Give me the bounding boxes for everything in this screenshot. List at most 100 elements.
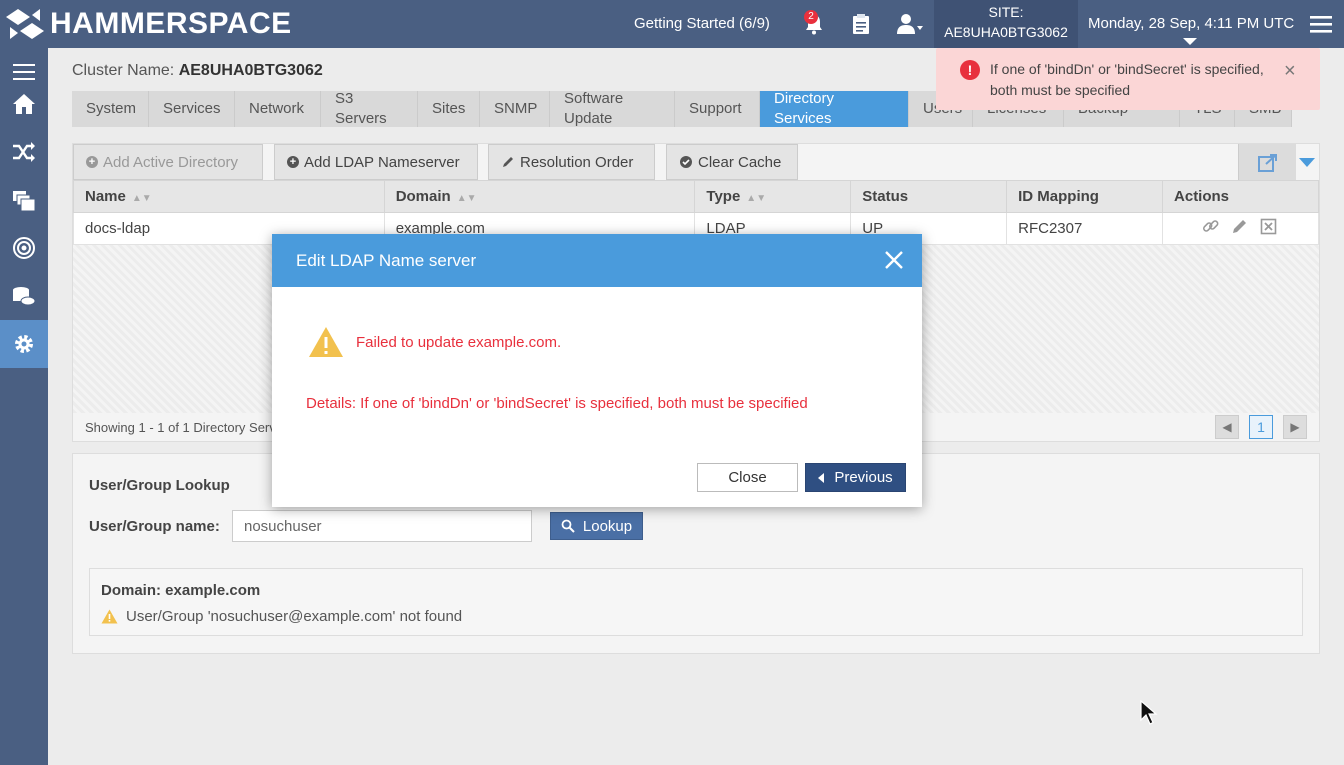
dialog-header: Edit LDAP Name server [272,234,922,287]
cell-id-mapping: RFC2307 [1006,212,1164,245]
column-header-type[interactable]: Type ▲▼ [694,180,852,213]
column-header-domain[interactable]: Domain ▲▼ [383,180,696,213]
previous-button[interactable]: Previous [805,463,906,492]
site-label: SITE: [988,4,1024,20]
hamburger-menu-icon[interactable] [1310,14,1332,34]
plus-icon: + [287,156,299,168]
brand-name: HAMMERSPACE [50,7,292,40]
alert-icon: ! [960,60,980,80]
warning-icon [101,609,118,624]
hammerspace-logo-icon [6,9,44,39]
close-button[interactable]: Close [697,463,798,492]
lookup-result: Domain: example.com User/Group 'nosuchus… [89,568,1303,636]
sidebar-item-data[interactable] [0,128,48,176]
add-active-directory-label: Add Active Directory [103,153,239,171]
toast-message: If one of 'bindDn' or 'bindSecret' is sp… [990,61,1264,98]
tab-sites[interactable]: Sites [418,91,480,127]
getting-started-link[interactable]: Getting Started (6/9) [634,15,770,32]
lookup-button-label: Lookup [582,517,633,535]
site-selector[interactable]: SITE: AE8UHA0BTG3062 [934,0,1078,48]
previous-button-label: Previous [834,469,893,486]
plus-icon: + [86,156,98,168]
sort-icon: ▲▼ [131,193,152,204]
error-toast: ! If one of 'bindDn' or 'bindSecret' is … [936,48,1320,110]
result-message-row: User/Group 'nosuchuser@example.com' not … [101,608,462,625]
sort-icon: ▲▼ [746,193,767,204]
cluster-name-value: AE8UHA0BTG3062 [178,62,323,79]
close-icon[interactable]: × [1284,60,1296,83]
tab-support[interactable]: Support [675,91,760,127]
tab-system[interactable]: System [72,91,149,127]
top-bar: HAMMERSPACE Getting Started (6/9) 2 SITE… [0,0,1344,48]
home-icon [13,94,35,114]
sidebar-item-storage[interactable] [0,272,48,320]
export-icon [1258,154,1277,172]
shuffle-icon [13,142,35,162]
sort-icon: ▲▼ [456,193,477,204]
user-group-name-input[interactable] [232,510,532,542]
sidebar-item-home[interactable] [0,80,48,128]
mouse-cursor-icon [1140,700,1158,725]
column-header-label: Name [85,188,126,205]
storage-icon [13,287,36,306]
user-menu-icon[interactable] [896,12,924,36]
search-icon [561,519,575,533]
caret-down-icon [1183,38,1197,45]
sidebar [0,48,48,765]
notification-badge: 2 [804,10,818,24]
page-number[interactable]: 1 [1249,415,1273,439]
sidebar-item-shares[interactable] [0,176,48,224]
tab-s3-servers[interactable]: S3 Servers [321,90,418,127]
lookup-label: User/Group name: [89,518,220,535]
caret-left-icon [818,472,825,483]
dialog-error-details: Details: If one of 'bindDn' or 'bindSecr… [306,395,808,412]
result-domain: Domain: example.com [101,582,261,599]
datetime: Monday, 28 Sep, 4:11 PM UTC [1088,15,1295,32]
clear-cache-label: Clear Cache [698,153,782,171]
delete-icon[interactable] [1260,218,1277,235]
tab-software-update[interactable]: Software Update [550,90,675,127]
cell-actions [1162,212,1319,245]
column-header-name[interactable]: Name ▲▼ [73,180,385,213]
link-icon[interactable] [1202,218,1219,235]
tab-network[interactable]: Network [235,91,321,127]
clipboard-icon[interactable] [851,13,871,35]
resolution-order-button[interactable]: Resolution Order [488,144,655,180]
column-header-id-mapping: ID Mapping [1006,180,1164,213]
column-header-actions: Actions [1162,180,1319,213]
column-header-label: Domain [395,188,451,205]
lookup-title: User/Group Lookup [89,477,230,494]
cluster-name-label: Cluster Name: [72,62,175,79]
edit-icon[interactable] [1231,218,1248,235]
add-active-directory-button[interactable]: + Add Active Directory [73,144,263,180]
clear-cache-button[interactable]: Clear Cache [666,144,798,180]
table-summary: Showing 1 - 1 of 1 Directory Servic [85,420,286,435]
tab-directory-services[interactable]: Directory Services [760,90,909,127]
result-message: User/Group 'nosuchuser@example.com' not … [126,608,463,625]
site-name: AE8UHA0BTG3062 [944,24,1068,40]
files-icon [13,191,36,212]
column-header-status: Status [850,180,1008,213]
prev-page-button[interactable]: ◀ [1215,415,1239,439]
pencil-icon [503,157,513,167]
tab-snmp[interactable]: SNMP [480,91,550,127]
resolution-order-label: Resolution Order [520,153,634,171]
add-ldap-nameserver-label: Add LDAP Nameserver [304,153,460,171]
cluster-name: Cluster Name: AE8UHA0BTG3062 [72,62,323,80]
lookup-button[interactable]: Lookup [550,512,643,540]
sidebar-item-settings[interactable] [0,320,48,368]
column-header-label: Type [706,188,741,205]
brand-logo[interactable]: HAMMERSPACE [4,6,292,42]
edit-ldap-dialog: Edit LDAP Name server Failed to update e… [272,234,922,507]
sidebar-item-objectives[interactable] [0,224,48,272]
dropdown-caret-icon[interactable] [1299,158,1315,167]
close-icon[interactable] [882,248,906,272]
export-button[interactable] [1238,144,1296,180]
refresh-icon [680,156,692,168]
target-icon [13,237,35,259]
add-ldap-nameserver-button[interactable]: + Add LDAP Nameserver [274,144,478,180]
dialog-error-message: Failed to update example.com. [356,334,562,351]
next-page-button[interactable]: ▶ [1283,415,1307,439]
tab-services[interactable]: Services [149,91,235,127]
gear-icon [15,335,33,353]
